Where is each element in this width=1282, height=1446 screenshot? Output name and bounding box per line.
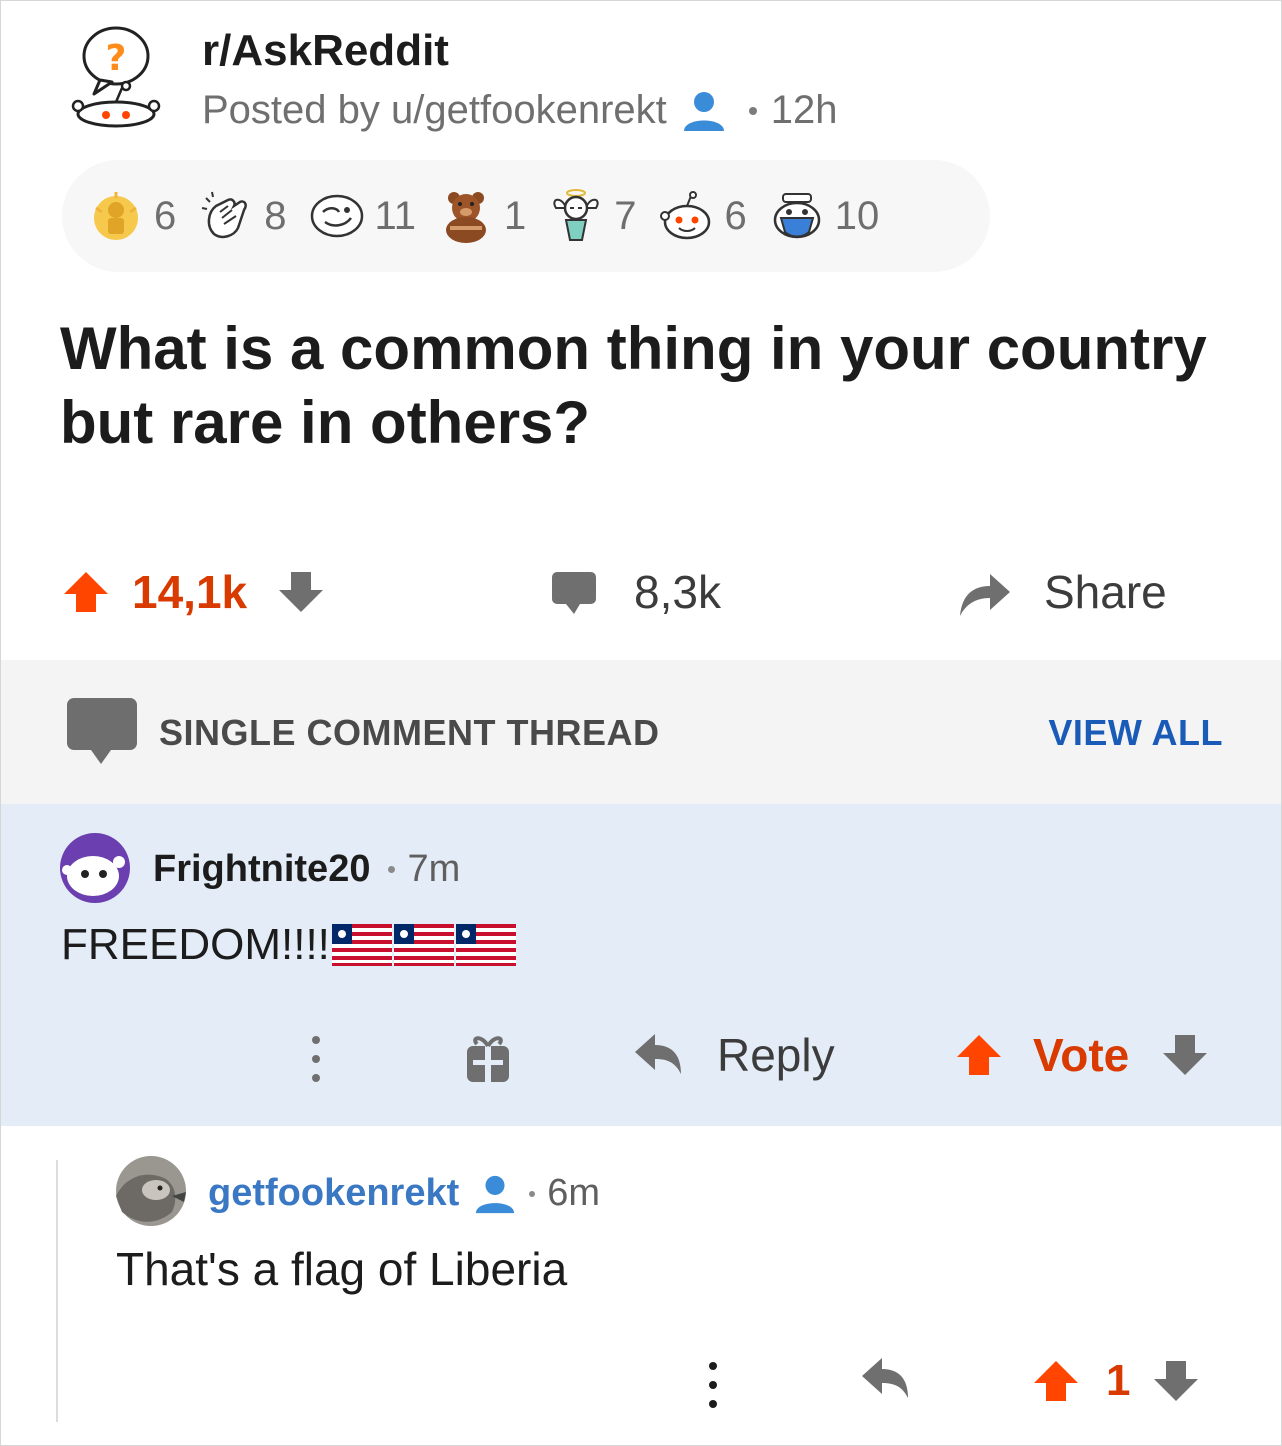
reply-icon: [635, 1034, 681, 1074]
more-options-icon[interactable]: [698, 1358, 728, 1412]
comment-age: 7m: [407, 848, 461, 890]
awards-bar[interactable]: 6 8 11 1 7 6 10: [62, 160, 990, 272]
liberia-flag-icon: [331, 924, 392, 966]
view-all-link[interactable]: VIEW ALL: [1048, 712, 1223, 754]
reply-username[interactable]: getfookenrekt: [208, 1172, 459, 1215]
askreddit-icon[interactable]: ?: [70, 22, 162, 130]
comment-icon: [552, 572, 596, 614]
gold-award-icon: [94, 192, 138, 240]
reply-vote-group: 1: [1032, 1356, 1200, 1406]
single-thread-bar: SINGLE COMMENT THREAD VIEW ALL: [1, 660, 1281, 804]
avatar[interactable]: [116, 1156, 186, 1226]
snoo-award-icon: [659, 191, 710, 240]
svg-text:?: ?: [106, 38, 127, 79]
snoo-mask-award-icon: [773, 193, 821, 239]
separator-dot: [748, 106, 757, 115]
comment-author-row: Frightnite20 7m: [153, 848, 460, 891]
separator-dot: [529, 1190, 536, 1197]
award-count: 1: [504, 193, 527, 238]
post-meta: Posted by u/getfookenrekt 12h: [202, 88, 838, 133]
flag-emojis: [331, 924, 518, 966]
angel-award-icon: [553, 189, 599, 241]
post-vote-count: 14,1k: [132, 566, 248, 618]
more-options-icon[interactable]: [301, 1032, 331, 1086]
vote-label: Vote: [1033, 1029, 1130, 1081]
award-item[interactable]: 11: [309, 188, 417, 244]
comment-body: FREEDOM!!!!: [61, 920, 518, 970]
award-item[interactable]: 7: [548, 188, 637, 244]
face-award-icon: [310, 194, 363, 238]
op-person-icon: [476, 1175, 515, 1213]
reply-vote-count: 1: [1106, 1356, 1131, 1405]
reply-author-row: getfookenrekt 6m: [208, 1172, 600, 1215]
award-count: 6: [154, 193, 177, 238]
liberia-flag-icon: [393, 924, 454, 966]
liberia-flag-icon: [455, 924, 516, 966]
post-action-bar: 14,1k 8,3k Share: [0, 556, 1282, 628]
award-item[interactable]: 1: [438, 188, 526, 244]
subreddit-name[interactable]: r/AskReddit: [202, 26, 449, 76]
gift-award-icon[interactable]: [463, 1032, 513, 1084]
award-item[interactable]: 6: [659, 188, 747, 244]
posted-by[interactable]: Posted by u/getfookenrekt: [202, 88, 667, 133]
bear-award-icon: [446, 192, 487, 243]
comment-action-bar: Reply Vote: [1, 1022, 1281, 1094]
reply-action-bar: 1: [0, 1350, 1282, 1422]
award-count: 8: [264, 193, 287, 238]
post-age: 12h: [770, 88, 838, 132]
award-count: 10: [834, 193, 880, 238]
comment-thread-icon: [67, 698, 137, 764]
downvote-icon[interactable]: [277, 568, 325, 616]
award-count: 11: [374, 193, 417, 238]
upvote-icon[interactable]: [1032, 1357, 1080, 1405]
share-button[interactable]: Share: [956, 556, 1167, 628]
award-item[interactable]: 8: [198, 188, 287, 244]
award-count: 6: [724, 193, 747, 238]
award-count: 7: [614, 193, 637, 238]
upvote-icon[interactable]: [955, 1031, 1003, 1079]
award-item[interactable]: 6: [88, 188, 176, 244]
comment-username[interactable]: Frightnite20: [153, 848, 370, 891]
avatar[interactable]: [59, 832, 131, 904]
upvote-icon[interactable]: [62, 568, 110, 616]
op-person-icon: [683, 91, 724, 131]
reply-icon[interactable]: [860, 1356, 910, 1402]
reply-label: Reply: [717, 1029, 835, 1081]
highlighted-comment: Frightnite20 7m FREEDOM!!!! Reply Vote: [1, 804, 1281, 1126]
thread-label: SINGLE COMMENT THREAD: [159, 712, 660, 753]
comment-count: 8,3k: [634, 566, 721, 618]
comment-vote-group: Vote: [955, 1028, 1209, 1082]
downvote-icon[interactable]: [1152, 1357, 1200, 1405]
post-title[interactable]: What is a common thing in your country b…: [60, 312, 1240, 460]
share-label: Share: [1044, 566, 1167, 618]
reply-age: 6m: [547, 1172, 601, 1214]
post-vote-group: 14,1k: [62, 556, 325, 628]
comment-text: FREEDOM!!!!: [61, 920, 330, 969]
separator-dot: [388, 866, 396, 873]
clapping-hands-award-icon: [202, 191, 248, 239]
reply-text: That's a flag of Liberia: [116, 1243, 568, 1295]
reply-button[interactable]: Reply: [633, 1028, 835, 1082]
award-item[interactable]: 10: [769, 188, 880, 244]
comments-button[interactable]: 8,3k: [550, 556, 721, 628]
downvote-icon[interactable]: [1161, 1031, 1209, 1079]
share-icon: [960, 574, 1010, 616]
